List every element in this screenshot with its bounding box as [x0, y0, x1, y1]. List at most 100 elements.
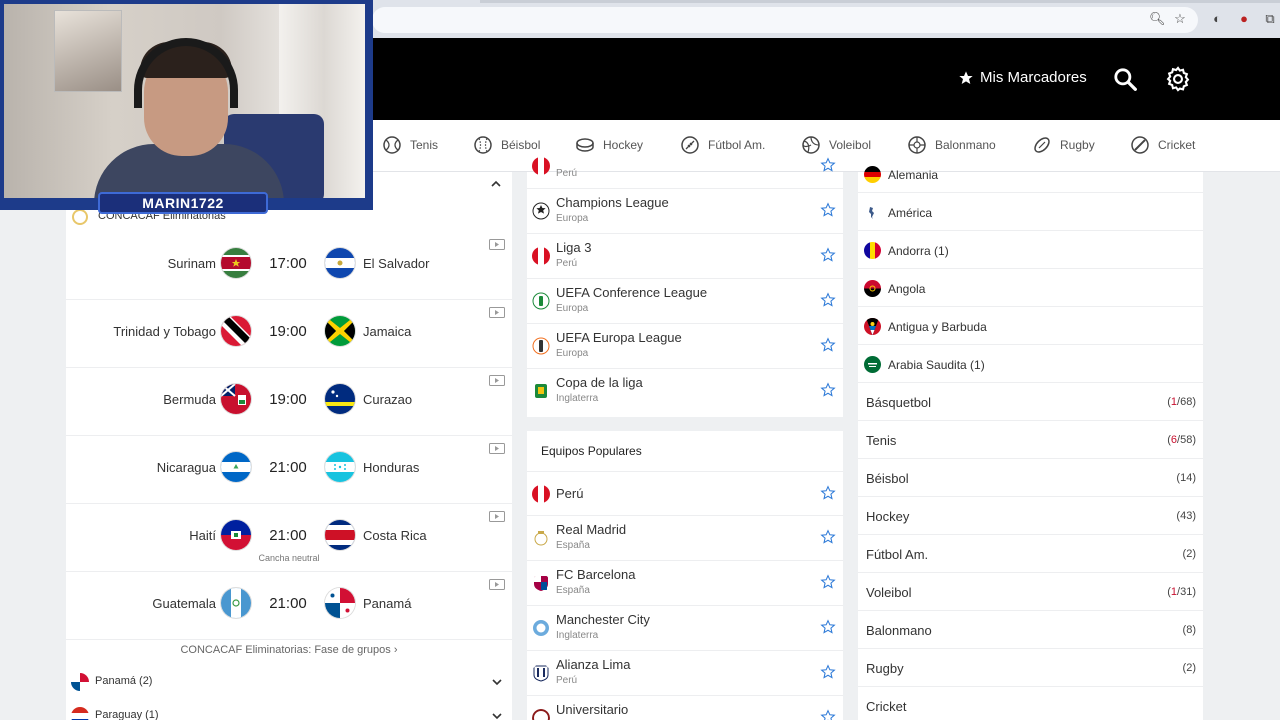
sport-row-balonmano[interactable]: Balonmano (8) [858, 611, 1203, 649]
country-row[interactable]: Alemania [858, 155, 1203, 193]
match-row[interactable]: Guatemala 21:00 Panamá [66, 572, 512, 640]
star-outline-icon[interactable] [820, 709, 836, 720]
team-row[interactable]: Universitario [527, 696, 843, 720]
country-name: Andorra (1) [888, 244, 949, 258]
star-outline-icon[interactable] [820, 485, 836, 501]
my-scores-link[interactable]: Mis Marcadores [958, 69, 1087, 86]
star-outline-icon[interactable] [820, 574, 836, 590]
team-row[interactable]: Manchester City Inglaterra [527, 606, 843, 651]
chevron-up-icon[interactable] [490, 178, 502, 190]
match-time: 19:00 [269, 323, 307, 340]
league-row[interactable]: UEFA Europa League Europa [527, 324, 843, 369]
match-row[interactable]: Nicaragua 21:00 Honduras [66, 436, 512, 504]
zoom-icon[interactable]: 🔍︎ [1149, 11, 1166, 27]
chevron-down-icon[interactable] [491, 710, 503, 720]
league-region: Perú [556, 258, 578, 269]
league-row[interactable]: Liga 3 Perú [527, 234, 843, 279]
team-row[interactable]: Perú [527, 471, 843, 516]
star-outline-icon[interactable] [820, 664, 836, 680]
bookmark-star-icon[interactable]: ☆ [1172, 11, 1188, 27]
address-bar[interactable] [372, 7, 1198, 33]
league-row[interactable]: Perú [527, 144, 843, 189]
sport-name: Tenis [866, 433, 897, 448]
tab-label: Cricket [1158, 138, 1196, 152]
star-outline-icon[interactable] [820, 247, 836, 263]
search-icon[interactable] [1112, 66, 1138, 92]
star-outline-icon[interactable] [820, 157, 836, 173]
star-outline-icon[interactable] [820, 619, 836, 635]
country-row[interactable]: Arabia Saudita (1) [858, 345, 1203, 383]
tv-icon[interactable] [489, 443, 505, 454]
tab-label: Rugby [1060, 138, 1095, 152]
star-outline-icon[interactable] [820, 202, 836, 218]
puzzle-icon[interactable]: ⧉ [1262, 11, 1278, 27]
tab-tenis[interactable]: Tenis [382, 135, 438, 155]
sport-row-futbol-am[interactable]: Fútbol Am. (2) [858, 535, 1203, 573]
handball-icon [908, 136, 926, 154]
country-group-paraguay[interactable]: Paraguay (1) [66, 702, 512, 720]
league-region: Perú [556, 168, 578, 179]
team-row[interactable]: FC Barcelona España [527, 561, 843, 606]
tv-icon[interactable] [489, 239, 505, 250]
league-cup-icon [532, 382, 550, 400]
match-row[interactable]: Haití 21:00 Costa Rica Cancha neutral [66, 504, 512, 572]
team-row[interactable]: Alianza Lima Perú [527, 651, 843, 696]
sport-row-rugby[interactable]: Rugby (2) [858, 649, 1203, 687]
star-outline-icon[interactable] [820, 529, 836, 545]
league-row[interactable]: Champions League Europa [527, 189, 843, 234]
league-region: Europa [556, 213, 589, 224]
match-row[interactable]: Surinam 17:00 El Salvador [66, 232, 512, 300]
tab-cricket[interactable]: Cricket [1130, 135, 1195, 155]
country-row[interactable]: Andorra (1) [858, 231, 1203, 269]
sport-row-hockey[interactable]: Hockey (43) [858, 497, 1203, 535]
tv-icon[interactable] [489, 375, 505, 386]
sport-row-beisbol[interactable]: Béisbol (14) [858, 459, 1203, 497]
match-row[interactable]: Trinidad y Tobago 19:00 Jamaica [66, 300, 512, 368]
flag-guatemala [221, 588, 251, 618]
country-row[interactable]: Antigua y Barbuda [858, 307, 1203, 345]
flag-panama [325, 588, 355, 618]
league-row[interactable]: Copa de la liga Inglaterra [527, 369, 843, 414]
extension-icon[interactable]: ◐ [1209, 11, 1225, 27]
home-team: Trinidad y Tobago [113, 324, 216, 339]
tab-balonmano[interactable]: Balonmano [907, 135, 996, 155]
flag-paraguay [71, 707, 89, 720]
conference-league-icon [532, 292, 550, 310]
section-title: Equipos Populares [541, 444, 642, 458]
competition-stage-link[interactable]: CONCACAF Eliminatorias: Fase de grupos › [66, 644, 512, 656]
team-row[interactable]: Real Madrid España [527, 516, 843, 561]
match-row[interactable]: Bermuda 19:00 Curazao [66, 368, 512, 436]
extension-icon[interactable]: ● [1236, 11, 1252, 27]
star-outline-icon[interactable] [820, 337, 836, 353]
sport-row-basquetbol[interactable]: Básquetbol (1/68) [858, 383, 1203, 421]
flag-surinam [221, 248, 251, 278]
sport-row-voleibol[interactable]: Voleibol (1/31) [858, 573, 1203, 611]
country-group-panama[interactable]: Panamá (2) [66, 668, 512, 696]
sport-name: Béisbol [866, 471, 909, 486]
sport-row-cricket[interactable]: Cricket [858, 687, 1203, 720]
country-group-label: Panamá (2) [95, 675, 153, 687]
gear-icon[interactable] [1164, 65, 1192, 93]
chevron-down-icon[interactable] [491, 676, 503, 688]
country-name: Alemania [888, 168, 939, 182]
league-region: Europa [556, 348, 589, 359]
sport-count: (2) [1182, 662, 1196, 674]
star-outline-icon[interactable] [820, 292, 836, 308]
my-scores-label: Mis Marcadores [980, 69, 1087, 86]
home-team: Nicaragua [156, 460, 216, 475]
country-row[interactable]: Angola [858, 269, 1203, 307]
away-team: Curazao [363, 392, 413, 407]
away-team: El Salvador [363, 256, 430, 271]
team-region: España [556, 540, 590, 551]
sport-row-tenis[interactable]: Tenis (6/58) [858, 421, 1203, 459]
tab-rugby[interactable]: Rugby [1032, 135, 1095, 155]
tv-icon[interactable] [489, 511, 505, 522]
barcelona-crest-icon [532, 574, 550, 592]
league-row[interactable]: UEFA Conference League Europa [527, 279, 843, 324]
flag-germany [864, 166, 881, 183]
tv-icon[interactable] [489, 307, 505, 318]
star-outline-icon[interactable] [820, 382, 836, 398]
country-row[interactable]: América [858, 193, 1203, 231]
team-name: Alianza Lima [556, 657, 631, 672]
tv-icon[interactable] [489, 579, 505, 590]
